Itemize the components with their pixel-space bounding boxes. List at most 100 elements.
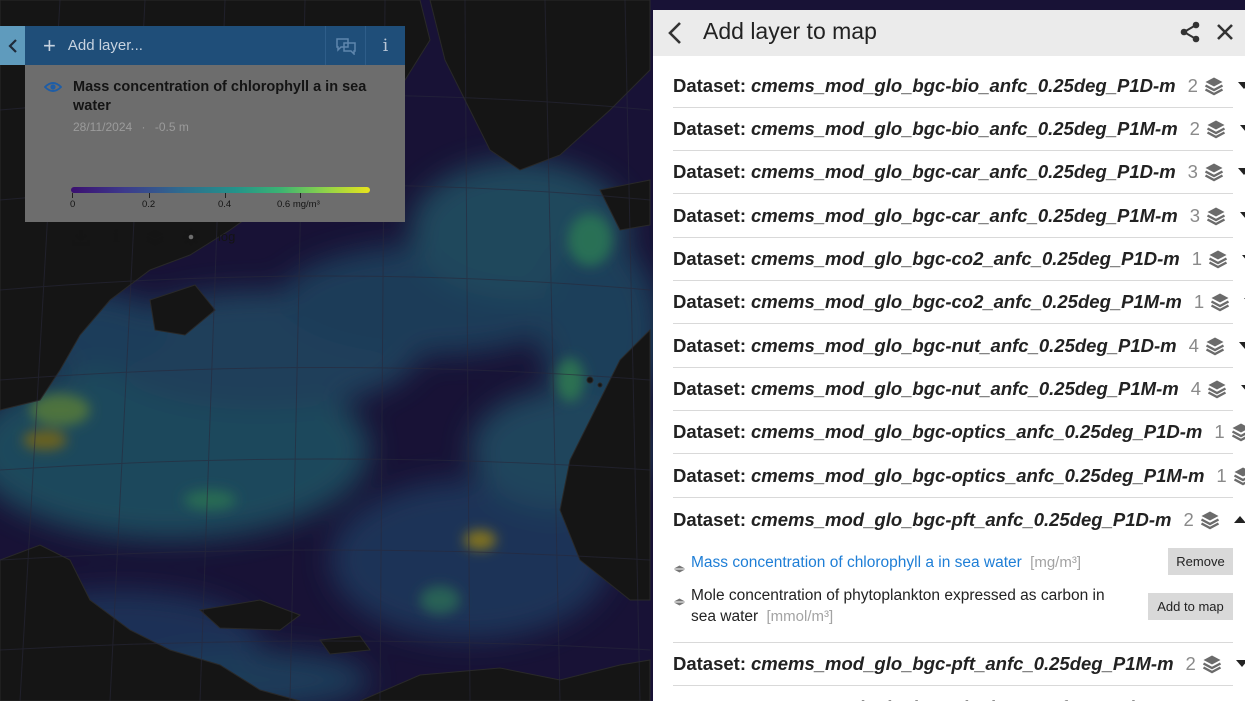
layer-date: 28/11/2024: [73, 120, 133, 134]
layers-icon: [1231, 422, 1245, 442]
add-to-map-button[interactable]: Add to map: [1148, 593, 1233, 620]
panel-header: Add layer to map: [653, 10, 1245, 56]
legend-tick: [72, 193, 73, 198]
chevron-down-icon[interactable]: [1239, 125, 1245, 133]
layers-icon: [1202, 654, 1222, 674]
chevron-down-icon[interactable]: [1240, 212, 1245, 220]
dataset-row[interactable]: Dataset: cmems_mod_glo_bgc-nut_anfc_0.25d…: [673, 325, 1245, 368]
variable-name-link[interactable]: Mass concentration of chlorophyll a in s…: [691, 552, 1081, 573]
layers-icon: [1204, 162, 1224, 182]
dataset-label: Dataset:: [673, 205, 746, 226]
legend-tick-label: 0: [70, 199, 76, 210]
dataset-name: cmems_mod_glo_bgc-optics_anfc_0.25deg_P1…: [751, 421, 1203, 442]
dataset-row[interactable]: Dataset: cmems_mod_glo_bgc-optics_anfc_0.…: [673, 455, 1245, 498]
remove-button[interactable]: Remove: [1168, 548, 1233, 575]
dataset-name: cmems_mod_glo_bgc-co2_anfc_0.25deg_P1M-m: [751, 291, 1182, 312]
info-icon: i: [382, 35, 389, 56]
dataset-label: Dataset:: [673, 118, 746, 139]
dataset-layer-count: 1: [1193, 291, 1205, 312]
dataset-label: Dataset:: [673, 697, 746, 701]
dataset-layer-count: 2: [1185, 653, 1196, 674]
legend-tick: [149, 193, 150, 198]
dataset-label: Dataset:: [673, 161, 746, 182]
gear-icon: [182, 228, 200, 246]
chevron-up-icon[interactable]: [1233, 515, 1245, 524]
legend-tick-label: 0.2: [142, 199, 156, 210]
dataset-layer-count: 1: [1191, 248, 1203, 269]
close-button[interactable]: [1215, 22, 1235, 47]
chevron-down-icon[interactable]: [1238, 342, 1245, 350]
dataset-label: Dataset:: [673, 421, 746, 442]
dataset-name: cmems_mod_glo_bgc-plankton_anfc_0.25deg_…: [751, 697, 1225, 701]
layer-info-button[interactable]: i: [113, 227, 119, 247]
eye-icon[interactable]: [43, 80, 63, 98]
variable-bullet-icon: [673, 593, 686, 611]
dataset-row[interactable]: Dataset: cmems_mod_glo_bgc-car_anfc_0.25d…: [673, 151, 1245, 194]
chevron-down-icon[interactable]: [1237, 168, 1245, 176]
layers-icon: [146, 230, 164, 246]
chevron-down-icon[interactable]: [1240, 385, 1245, 393]
dataset-row[interactable]: Dataset: cmems_mod_glo_bgc-optics_anfc_0.…: [673, 411, 1245, 454]
dataset-name: cmems_mod_glo_bgc-pft_anfc_0.25deg_P1D-m: [751, 508, 1172, 530]
dataset-row[interactable]: Dataset: cmems_mod_glo_bgc-bio_anfc_0.25d…: [673, 108, 1245, 151]
dataset-row[interactable]: Dataset: cmems_mod_glo_bgc-nut_anfc_0.25d…: [673, 368, 1245, 411]
layers-button[interactable]: [146, 229, 164, 246]
chevron-down-icon[interactable]: [1235, 660, 1245, 668]
info-button[interactable]: i: [365, 26, 405, 65]
dataset-row[interactable]: Dataset: cmems_mod_glo_bgc-co2_anfc_0.25d…: [673, 238, 1245, 281]
dataset-label: Dataset:: [673, 508, 746, 530]
variable-unit: [mg/m³]: [1030, 554, 1081, 571]
dataset-name: cmems_mod_glo_bgc-car_anfc_0.25deg_P1D-m: [751, 161, 1176, 182]
chat-icon: [335, 37, 356, 55]
plus-icon: +: [43, 32, 56, 58]
dataset-row[interactable]: Dataset: cmems_mod_glo_bgc-car_anfc_0.25d…: [673, 195, 1245, 238]
dataset-layer-count: 2: [1187, 75, 1198, 96]
layer-depth: -0.5 m: [154, 120, 189, 134]
dataset-layer-count: 4: [1190, 378, 1201, 399]
dataset-row[interactable]: Dataset: cmems_mod_glo_bgc-pft_anfc_0.25d…: [673, 498, 1245, 541]
dataset-layer-count: 1: [1214, 421, 1225, 442]
dataset-label: Dataset:: [673, 335, 746, 356]
add-layer-label: Add layer...: [67, 37, 143, 54]
back-button[interactable]: [667, 20, 683, 51]
layers-panel-header: + Add layer... i: [25, 26, 405, 65]
dataset-row[interactable]: Dataset: cmems_mod_glo_bgc-co2_anfc_0.25d…: [673, 281, 1245, 324]
layers-icon: [1233, 466, 1245, 486]
add-layer-panel: Add layer to map Dataset: cmems_mod_glo_b…: [653, 10, 1245, 701]
legend-tick: [300, 193, 301, 198]
legend-tick: [225, 193, 226, 198]
chat-button[interactable]: [325, 26, 365, 65]
layers-icon: [1210, 292, 1230, 312]
legend-tick-label: 0.4: [218, 199, 232, 210]
download-button[interactable]: [72, 229, 90, 246]
dataset-layer-count: 2: [1183, 508, 1194, 530]
layers-icon: [1206, 206, 1226, 226]
dataset-row[interactable]: Dataset: cmems_mod_glo_bgc-plankton_anfc_…: [673, 686, 1233, 701]
dataset-label: Dataset:: [673, 291, 746, 312]
variable-row: Mole concentration of phytoplankton expr…: [673, 585, 1233, 635]
layers-icon: [1207, 379, 1227, 399]
dataset-name: cmems_mod_glo_bgc-nut_anfc_0.25deg_P1D-m: [751, 335, 1177, 356]
collapse-panel-button[interactable]: [0, 26, 25, 65]
chevron-down-icon[interactable]: [1237, 82, 1245, 90]
variable-name: Mole concentration of phytoplankton expr…: [691, 587, 1105, 625]
dataset-layer-count: 3: [1187, 161, 1198, 182]
dataset-row[interactable]: Dataset: cmems_mod_glo_bgc-pft_anfc_0.25d…: [673, 643, 1245, 686]
legend-colorbar: [71, 187, 370, 193]
layers-icon: [1206, 119, 1226, 139]
meta-separator: ·: [141, 120, 146, 134]
settings-button[interactable]: [182, 228, 200, 246]
dataset-name: cmems_mod_glo_bgc-bio_anfc_0.25deg_P1M-m: [751, 118, 1178, 139]
dataset-label: Dataset:: [673, 465, 746, 486]
chevron-left-icon: [668, 22, 681, 44]
log-scale-toggle[interactable]: log: [218, 229, 235, 244]
variable-row: Mass concentration of chlorophyll a in s…: [673, 548, 1233, 581]
dataset-row[interactable]: Dataset: cmems_mod_glo_bgc-bio_anfc_0.25d…: [673, 65, 1245, 108]
variable-bullet-icon: [673, 560, 686, 578]
panel-title: Add layer to map: [703, 18, 877, 44]
share-button[interactable]: [1179, 21, 1201, 48]
layers-icon: [1205, 336, 1225, 356]
add-layer-button[interactable]: + Add layer...: [25, 26, 325, 65]
dataset-name: cmems_mod_glo_bgc-optics_anfc_0.25deg_P1…: [751, 465, 1205, 486]
layers-panel: + Add layer... i Mass concentration of c…: [25, 26, 405, 247]
